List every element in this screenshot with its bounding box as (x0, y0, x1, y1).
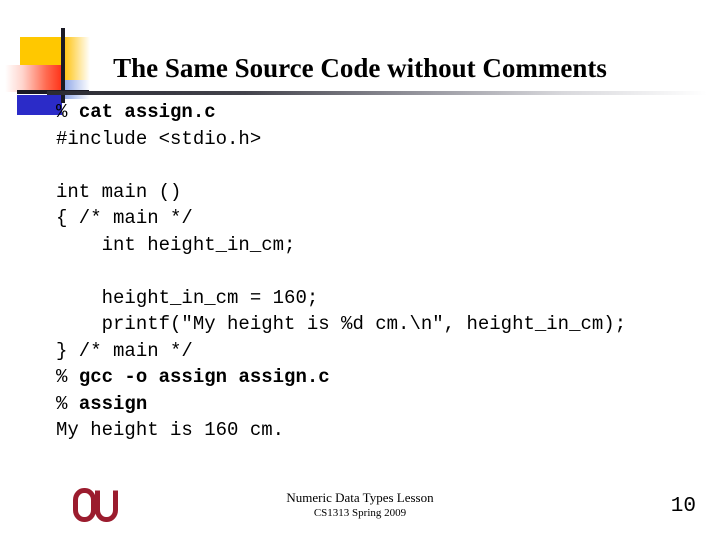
footer-lesson-title: Numeric Data Types Lesson (286, 490, 434, 505)
code-line: % gcc -o assign assign.c (56, 364, 716, 391)
shell-command: assign (78, 392, 148, 415)
page-number: 10 (670, 495, 696, 518)
shell-prompt: % (56, 366, 79, 388)
shell-prompt: % (56, 392, 79, 415)
code-line: #include <stdio.h> (56, 127, 262, 150)
shell-prompt: % (56, 101, 79, 123)
slide: The Same Source Code without Comments % … (0, 0, 720, 540)
code-line: printf("My height is %d cm.\n", height_i… (56, 313, 627, 335)
code-line: int main () (56, 180, 182, 203)
code-line: My height is 160 cm. (56, 419, 285, 441)
footer-course-term: CS1313 Spring 2009 (313, 507, 407, 519)
code-line: } /* main */ (56, 339, 193, 362)
shell-command: cat assign.c (78, 101, 216, 123)
shell-command: gcc -o assign assign.c (78, 366, 330, 388)
code-line: % assign (56, 391, 716, 418)
code-line: { /* main */ (56, 207, 193, 229)
code-line: int height_in_cm; (56, 233, 296, 256)
code-line: % cat assign.c (56, 99, 716, 126)
code-line: height_in_cm = 160; (56, 286, 319, 309)
page-title: The Same Source Code without Comments (113, 53, 607, 83)
footer: Numeric Data Types Lesson CS1313 Spring … (0, 490, 720, 520)
title-underline-rule (47, 91, 707, 95)
code-listing: % cat assign.c #include <stdio.h> int mai… (56, 99, 716, 444)
